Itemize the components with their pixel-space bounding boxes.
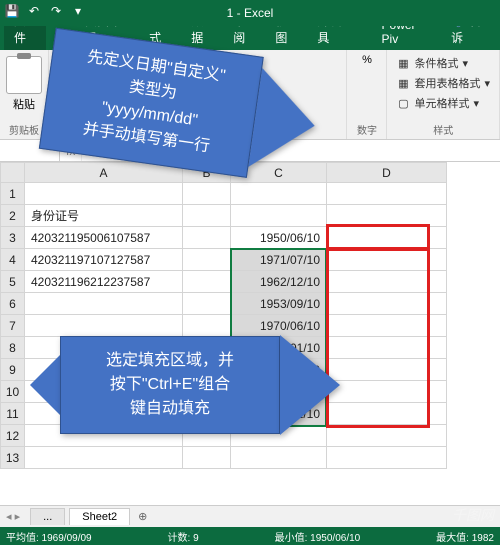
number-format-icon[interactable]: % (353, 54, 380, 66)
paste-button[interactable]: 粘贴 (6, 96, 42, 112)
table-row: 1 (1, 183, 447, 205)
cell[interactable] (25, 315, 183, 337)
table-row: 2身份证号 (1, 205, 447, 227)
cell[interactable] (183, 227, 231, 249)
arrow-right-icon (280, 335, 340, 435)
table-row: 7 1970/06/10 (1, 315, 447, 337)
cell[interactable] (25, 183, 183, 205)
row-header[interactable]: 12 (1, 425, 25, 447)
window-title: 1 - Excel (227, 6, 274, 20)
cell[interactable] (327, 337, 447, 359)
arrow-tail-icon (30, 355, 60, 415)
cell[interactable] (327, 227, 447, 249)
row-header[interactable]: 7 (1, 315, 25, 337)
cell[interactable] (327, 315, 447, 337)
table-row: 4420321197107127587 1971/07/10 (1, 249, 447, 271)
cell[interactable] (183, 205, 231, 227)
table-format-button[interactable]: ▦套用表格格式 ▾ (393, 74, 493, 92)
ribbon-group-styles: ▦条件格式 ▾ ▦套用表格格式 ▾ ▢单元格样式 ▾ 样式 (387, 50, 500, 139)
row-header[interactable]: 10 (1, 381, 25, 403)
cell-style-icon: ▢ (396, 96, 410, 110)
cell[interactable] (231, 447, 327, 469)
cell[interactable] (25, 447, 183, 469)
cell[interactable] (327, 381, 447, 403)
cell[interactable]: 1971/07/10 (231, 249, 327, 271)
table-row: 3420321195006107587 1950/06/10 (1, 227, 447, 249)
cell[interactable] (327, 293, 447, 315)
cell[interactable]: 1950/06/10 (231, 227, 327, 249)
cell[interactable] (231, 205, 327, 227)
qat-more-icon[interactable]: ▾ (70, 3, 86, 19)
cell[interactable] (327, 183, 447, 205)
sheet-tab-prev[interactable]: ... (30, 508, 65, 525)
table-row: 6 1953/09/10 (1, 293, 447, 315)
row-header[interactable]: 8 (1, 337, 25, 359)
cond-format-icon: ▦ (396, 56, 410, 70)
cell[interactable]: 420321195006107587 (25, 227, 183, 249)
cell[interactable] (231, 183, 327, 205)
number-label: 数字 (353, 122, 380, 137)
row-header[interactable]: 1 (1, 183, 25, 205)
col-header-D[interactable]: D (327, 163, 447, 183)
row-header[interactable]: 2 (1, 205, 25, 227)
cell[interactable] (183, 315, 231, 337)
add-sheet-button[interactable]: ⊕ (130, 508, 155, 525)
row-header[interactable]: 13 (1, 447, 25, 469)
cell[interactable]: 1953/09/10 (231, 293, 327, 315)
cell[interactable] (183, 447, 231, 469)
redo-icon[interactable]: ↷ (48, 3, 64, 19)
table-row: 13 (1, 447, 447, 469)
status-bar: 平均值: 1969/09/09 计数: 9 最小值: 1950/06/10 最大… (0, 527, 500, 545)
cell[interactable] (183, 249, 231, 271)
title-bar: 💾 ↶ ↷ ▾ 1 - Excel (0, 0, 500, 26)
cell[interactable] (183, 293, 231, 315)
cell[interactable] (327, 205, 447, 227)
cell[interactable] (327, 425, 447, 447)
row-header[interactable]: 6 (1, 293, 25, 315)
cell[interactable] (327, 403, 447, 425)
paste-icon[interactable] (6, 56, 42, 94)
cell[interactable] (25, 293, 183, 315)
quick-access-toolbar: 💾 ↶ ↷ ▾ (4, 3, 86, 19)
row-header[interactable]: 4 (1, 249, 25, 271)
callout-ctrl-e: 选定填充区域，并 按下"Ctrl+E"组合 键自动填充 (30, 335, 340, 435)
select-all-corner[interactable] (1, 163, 25, 183)
cell[interactable] (327, 249, 447, 271)
cell[interactable] (183, 183, 231, 205)
table-format-icon: ▦ (396, 76, 410, 90)
cell[interactable]: 1970/06/10 (231, 315, 327, 337)
row-header[interactable]: 9 (1, 359, 25, 381)
status-max: 最大值: 1982 (436, 529, 494, 544)
row-header[interactable]: 11 (1, 403, 25, 425)
cell[interactable]: 1962/12/10 (231, 271, 327, 293)
row-header[interactable]: 3 (1, 227, 25, 249)
conditional-format-button[interactable]: ▦条件格式 ▾ (393, 54, 493, 72)
clipboard-label: 剪贴板 (6, 122, 42, 137)
cell[interactable] (183, 271, 231, 293)
sheet-tab-bar: ◂ ▸ ... Sheet2 ⊕ (0, 505, 500, 527)
save-icon[interactable]: 💾 (4, 3, 20, 19)
status-min: 最小值: 1950/06/10 (275, 529, 361, 544)
status-count: 计数: 9 (168, 529, 199, 544)
cell[interactable] (327, 359, 447, 381)
ribbon-group-number: % 数字 (347, 50, 387, 139)
cell[interactable]: 身份证号 (25, 205, 183, 227)
cell[interactable]: 420321197107127587 (25, 249, 183, 271)
sheet-nav[interactable]: ◂ ▸ (0, 510, 26, 523)
sheet-tab-active[interactable]: Sheet2 (69, 508, 130, 525)
cell-style-button[interactable]: ▢单元格样式 ▾ (393, 94, 493, 112)
table-row: 5420321196212237587 1962/12/10 (1, 271, 447, 293)
status-average: 平均值: 1969/09/09 (6, 529, 92, 544)
undo-icon[interactable]: ↶ (26, 3, 42, 19)
cell[interactable] (327, 447, 447, 469)
row-header[interactable]: 5 (1, 271, 25, 293)
cell[interactable]: 420321196212237587 (25, 271, 183, 293)
styles-label: 样式 (393, 122, 493, 137)
cell[interactable] (327, 271, 447, 293)
